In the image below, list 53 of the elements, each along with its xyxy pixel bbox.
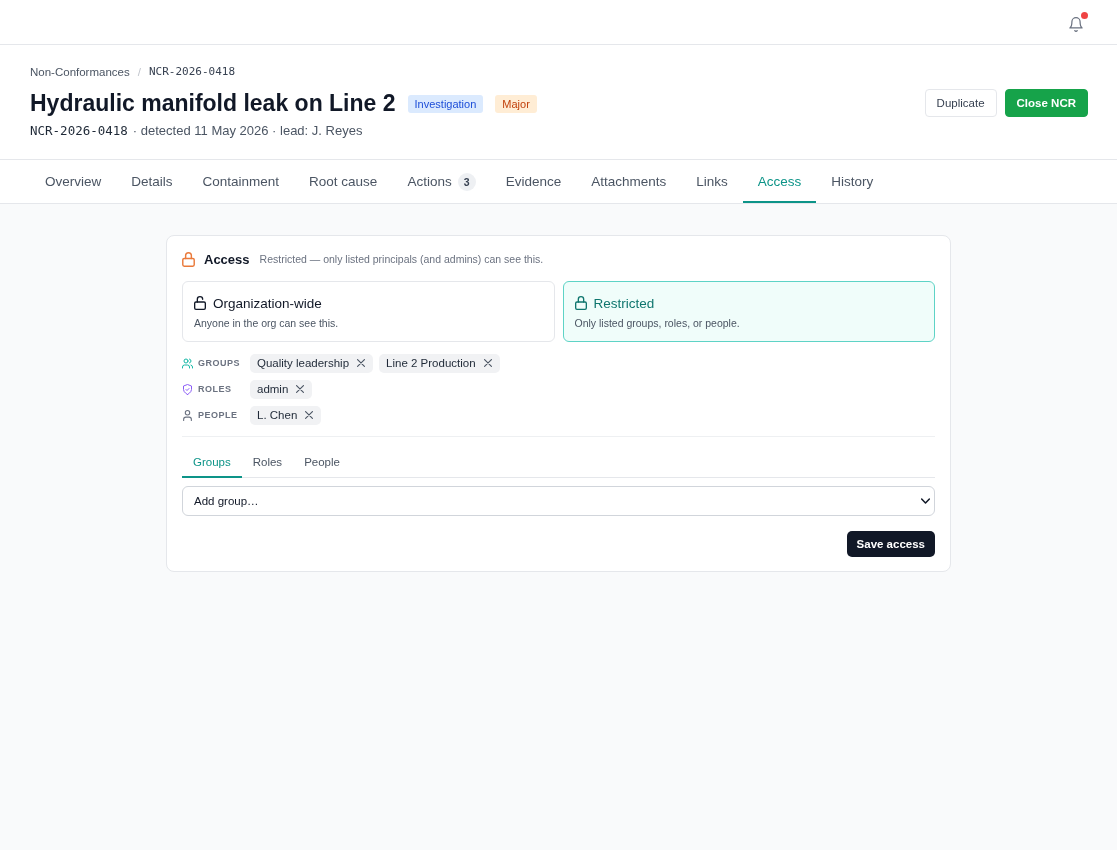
status-badge: Investigation	[407, 95, 484, 113]
tab[interactable]: Evidence	[490, 160, 577, 203]
tag-label: L. Chen	[257, 409, 298, 421]
principal-type-label: PEOPLE	[198, 410, 238, 420]
shield-check-icon	[182, 383, 193, 395]
page-title: Hydraulic manifold leak on Line 2	[30, 89, 396, 118]
count-badge: 3	[457, 172, 476, 191]
principal-type-label: GROUPS	[198, 358, 240, 368]
notifications-button[interactable]	[1068, 12, 1088, 32]
unlocked-padlock-icon	[194, 296, 206, 310]
add-select[interactable]: Add group…	[182, 486, 935, 516]
option-title: Restricted	[593, 295, 655, 311]
lock-icon	[182, 251, 195, 267]
tab[interactable]: Details	[116, 160, 188, 203]
breadcrumb-separator: /	[137, 65, 141, 80]
close-icon[interactable]	[305, 411, 314, 419]
tab[interactable]: Containment	[187, 160, 295, 203]
record-meta: · detected 11 May 2026 · lead: J. Reyes	[132, 122, 363, 140]
breadcrumb-link[interactable]: Non-Conformances	[30, 64, 130, 80]
option-title: Organization-wide	[213, 295, 322, 311]
bell-icon	[1069, 17, 1083, 32]
padlock-icon	[574, 296, 587, 310]
breadcrumb-current: NCR-2026-0418	[148, 64, 235, 80]
tab[interactable]: Overview	[30, 160, 117, 203]
picker-tab[interactable]: People	[293, 447, 351, 478]
close-icon[interactable]	[483, 359, 492, 367]
tag-label: admin	[257, 383, 289, 395]
status-badge: Major	[495, 95, 537, 113]
save-access-button[interactable]: Save access	[846, 531, 935, 557]
tag-label: Line 2 Production	[386, 357, 476, 369]
tab[interactable]: Access	[742, 160, 817, 203]
close-icon[interactable]	[357, 359, 366, 367]
access-option[interactable]: Organization-wide Anyone in the org can see this.	[182, 281, 555, 342]
card-title: Access	[204, 251, 250, 267]
access-option[interactable]: Restricted Only listed groups, roles, or people.	[562, 281, 935, 342]
option-description: Anyone in the org can see this.	[194, 316, 340, 330]
picker-tab[interactable]: Groups	[182, 447, 242, 478]
close-icon[interactable]	[296, 385, 305, 393]
option-description: Only listed groups, roles, or people.	[574, 316, 741, 330]
tag-label: Quality leadership	[257, 357, 350, 369]
record-id: NCR-2026-0418	[30, 122, 128, 140]
tab[interactable]: Attachments	[576, 160, 682, 203]
tab[interactable]: History	[816, 160, 889, 203]
person-icon	[182, 409, 193, 421]
picker-tab[interactable]: Roles	[241, 447, 294, 478]
principal-type-label: ROLES	[198, 384, 232, 394]
chevron-down-icon	[921, 498, 930, 504]
tab[interactable]: Links	[681, 160, 743, 203]
duplicate-button[interactable]: Duplicate	[924, 88, 997, 117]
tab[interactable]: Root cause	[294, 160, 393, 203]
users-icon	[182, 357, 193, 369]
access-summary: Restricted — only listed principals (and admins) can see this.	[259, 253, 544, 265]
tab[interactable]: Actions 3	[392, 160, 491, 203]
